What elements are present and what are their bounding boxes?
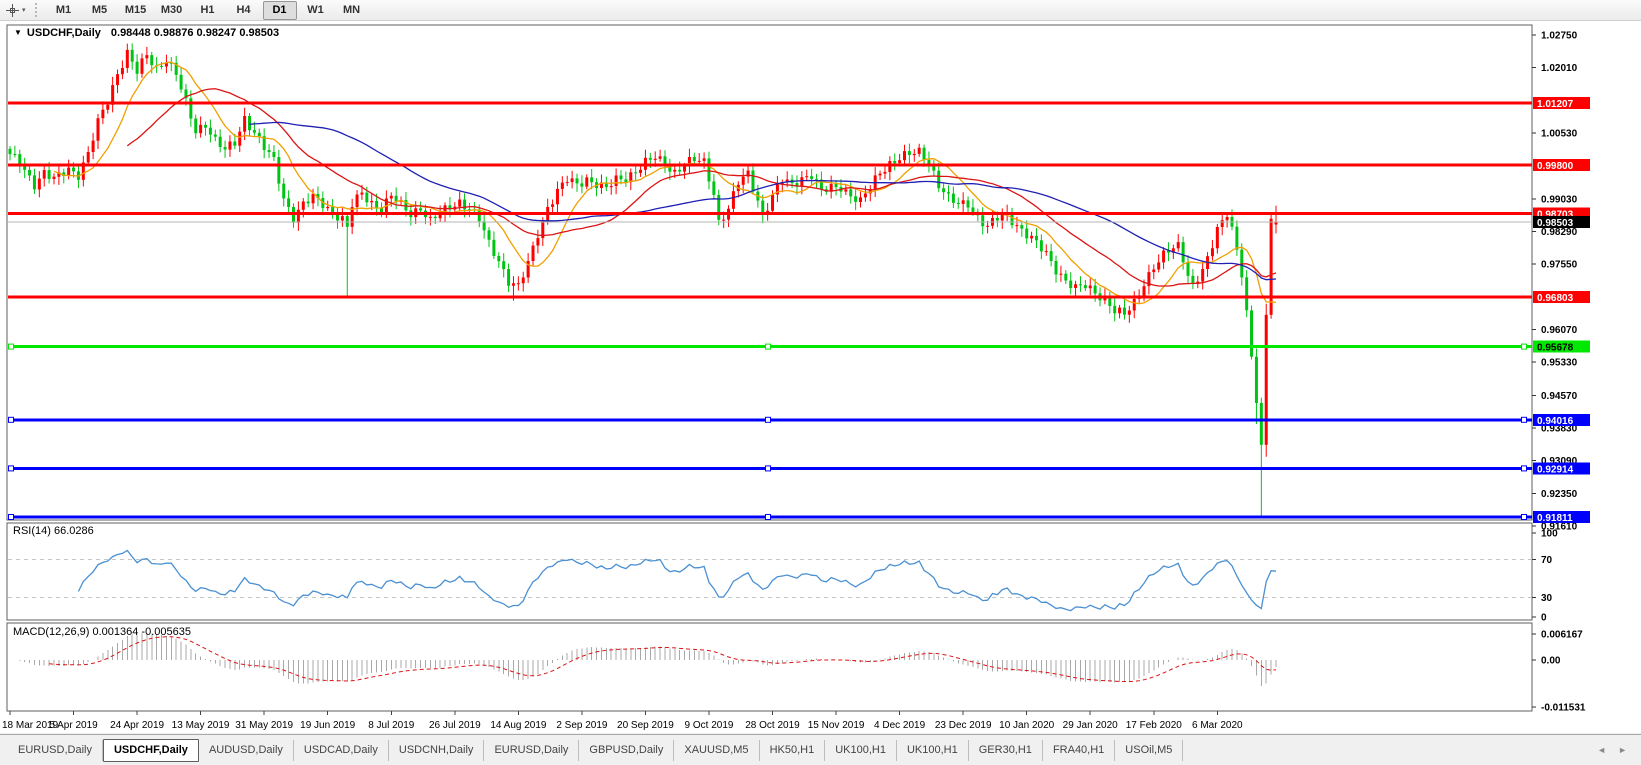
svg-text:100: 100 (1541, 529, 1558, 540)
line-handle (1522, 515, 1527, 520)
svg-text:26 Jul 2019: 26 Jul 2019 (429, 720, 481, 731)
chart-tab-eurusd-daily[interactable]: EURUSD,Daily (484, 740, 579, 761)
chart-tab-uk100-h1[interactable]: UK100,H1 (825, 740, 897, 761)
timeframe-button-m30[interactable]: M30 (155, 1, 189, 20)
svg-text:0.94570: 0.94570 (1541, 391, 1578, 402)
svg-text:10 Jan 2020: 10 Jan 2020 (999, 720, 1054, 731)
timeframe-button-d1[interactable]: D1 (263, 1, 297, 20)
svg-text:31 May 2019: 31 May 2019 (235, 720, 293, 731)
crosshair-tool-button[interactable] (5, 3, 20, 18)
svg-text:1.00530: 1.00530 (1541, 128, 1578, 139)
svg-text:1.02750: 1.02750 (1541, 31, 1578, 42)
svg-text:17 Feb 2020: 17 Feb 2020 (1126, 720, 1183, 731)
line-handle (1522, 466, 1527, 471)
line-handle (1522, 417, 1527, 422)
chart-tab-usdcnh-daily[interactable]: USDCNH,Daily (389, 740, 485, 761)
svg-text:13 May 2019: 13 May 2019 (172, 720, 230, 731)
svg-text:5 Apr 2019: 5 Apr 2019 (49, 720, 98, 731)
timeframe-button-m5[interactable]: M5 (83, 1, 117, 20)
svg-text:0.006167: 0.006167 (1541, 629, 1583, 640)
timeframe-button-m15[interactable]: M15 (119, 1, 153, 20)
svg-text:0.92350: 0.92350 (1541, 489, 1578, 500)
toolbar-grip (35, 3, 40, 17)
svg-text:0.95330: 0.95330 (1541, 357, 1578, 368)
svg-text:70: 70 (1541, 555, 1553, 566)
svg-text:0.99800: 0.99800 (1537, 161, 1574, 172)
chart-tab-xauusd-m5[interactable]: XAUUSD,M5 (674, 740, 759, 761)
chart-tools-dropdown-icon[interactable]: ▾ (22, 6, 26, 14)
svg-text:0.97550: 0.97550 (1541, 260, 1578, 271)
line-handle (9, 344, 14, 349)
chart-tab-eurusd-daily[interactable]: EURUSD,Daily (8, 740, 103, 761)
chart-tab-fra40-h1[interactable]: FRA40,H1 (1043, 740, 1115, 761)
svg-text:28 Oct 2019: 28 Oct 2019 (745, 720, 800, 731)
svg-text:9 Oct 2019: 9 Oct 2019 (685, 720, 734, 731)
chart-tab-hk50-h1[interactable]: HK50,H1 (760, 740, 826, 761)
svg-text:14 Aug 2019: 14 Aug 2019 (490, 720, 547, 731)
line-handle (9, 466, 14, 471)
line-handle (9, 515, 14, 520)
timeframe-buttons: M1M5M15M30H1H4D1W1MN (46, 1, 370, 20)
chart-tab-usoil-m5[interactable]: USOil,M5 (1115, 740, 1183, 761)
tab-scroll-left-button[interactable]: ◄ (1597, 745, 1606, 755)
line-handle (766, 344, 771, 349)
tab-scroll-right-button[interactable]: ► (1618, 745, 1627, 755)
svg-text:24 Apr 2019: 24 Apr 2019 (110, 720, 164, 731)
macd-pane (7, 623, 1532, 711)
timeframe-button-w1[interactable]: W1 (299, 1, 333, 20)
line-handle (766, 466, 771, 471)
line-handle (766, 417, 771, 422)
svg-text:6 Mar 2020: 6 Mar 2020 (1192, 720, 1243, 731)
timeframe-button-h1[interactable]: H1 (191, 1, 225, 20)
crosshair-icon (5, 3, 20, 18)
main-pane (7, 25, 1532, 520)
svg-text:0.96803: 0.96803 (1537, 293, 1574, 304)
chart-tab-gbpusd-daily[interactable]: GBPUSD,Daily (579, 740, 674, 761)
svg-text:0.00: 0.00 (1541, 656, 1561, 667)
line-handle (766, 515, 771, 520)
svg-text:-0.011531: -0.011531 (1541, 703, 1586, 714)
svg-text:2 Sep 2019: 2 Sep 2019 (556, 720, 608, 731)
svg-text:0.99030: 0.99030 (1541, 194, 1578, 205)
svg-text:0.94016: 0.94016 (1537, 416, 1574, 427)
svg-text:0.98503: 0.98503 (1537, 218, 1574, 229)
line-handle (1522, 344, 1527, 349)
line-handle (9, 417, 14, 422)
svg-text:4 Dec 2019: 4 Dec 2019 (874, 720, 926, 731)
chart-tab-ger30-h1[interactable]: GER30,H1 (969, 740, 1043, 761)
svg-text:0.96070: 0.96070 (1541, 325, 1578, 336)
tab-scroll-buttons: ◄ ► (1597, 745, 1627, 755)
svg-text:0.91811: 0.91811 (1537, 513, 1573, 524)
svg-text:0.92914: 0.92914 (1537, 464, 1574, 475)
svg-text:0.95678: 0.95678 (1537, 343, 1574, 354)
svg-text:8 Jul 2019: 8 Jul 2019 (368, 720, 415, 731)
svg-text:30: 30 (1541, 593, 1553, 604)
svg-text:20 Sep 2019: 20 Sep 2019 (617, 720, 674, 731)
svg-text:1.02010: 1.02010 (1541, 63, 1578, 74)
timeframe-toolbar: ▾ M1M5M15M30H1H4D1W1MN (0, 0, 1641, 21)
timeframe-button-h4[interactable]: H4 (227, 1, 261, 20)
svg-text:19 Jun 2019: 19 Jun 2019 (300, 720, 355, 731)
chart-tabs: EURUSD,DailyUSDCHF,DailyAUDUSD,DailyUSDC… (8, 739, 1183, 762)
chart-tab-usdcad-daily[interactable]: USDCAD,Daily (294, 740, 389, 761)
chart-tab-audusd-daily[interactable]: AUDUSD,Daily (199, 740, 294, 761)
chart-tab-bar: EURUSD,DailyUSDCHF,DailyAUDUSD,DailyUSDC… (0, 734, 1641, 765)
chart-tab-uk100-h1[interactable]: UK100,H1 (897, 740, 969, 761)
svg-text:15 Nov 2019: 15 Nov 2019 (808, 720, 865, 731)
svg-text:1.01207: 1.01207 (1537, 99, 1574, 110)
svg-text:23 Dec 2019: 23 Dec 2019 (935, 720, 992, 731)
chart-canvas[interactable]: 1.027501.020101.005300.990300.982900.975… (0, 0, 1641, 765)
timeframe-button-mn[interactable]: MN (335, 1, 369, 20)
chart-tab-usdchf-daily[interactable]: USDCHF,Daily (103, 739, 199, 762)
timeframe-button-m1[interactable]: M1 (47, 1, 81, 20)
svg-text:0: 0 (1541, 613, 1547, 624)
rsi-pane (7, 523, 1532, 620)
svg-text:29 Jan 2020: 29 Jan 2020 (1063, 720, 1118, 731)
